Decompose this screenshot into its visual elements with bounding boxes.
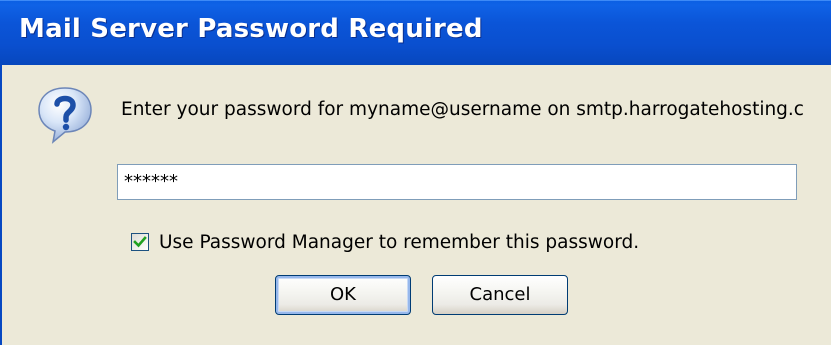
question-icon — [38, 87, 92, 144]
remember-password-row[interactable]: Use Password Manager to remember this pa… — [131, 230, 639, 254]
ok-button[interactable]: OK — [275, 275, 411, 315]
title-bar[interactable]: Mail Server Password Required — [0, 0, 831, 65]
remember-password-label[interactable]: Use Password Manager to remember this pa… — [159, 232, 639, 253]
remember-password-checkbox[interactable] — [131, 233, 149, 251]
window-border — [0, 65, 2, 345]
password-input[interactable] — [117, 164, 797, 200]
checkmark-icon — [133, 236, 147, 248]
dialog-title: Mail Server Password Required — [19, 14, 483, 44]
prompt-text: Enter your password for myname@username … — [121, 99, 804, 120]
cancel-button[interactable]: Cancel — [432, 275, 568, 315]
password-dialog: Mail Server Password Required Enter your… — [0, 0, 831, 345]
